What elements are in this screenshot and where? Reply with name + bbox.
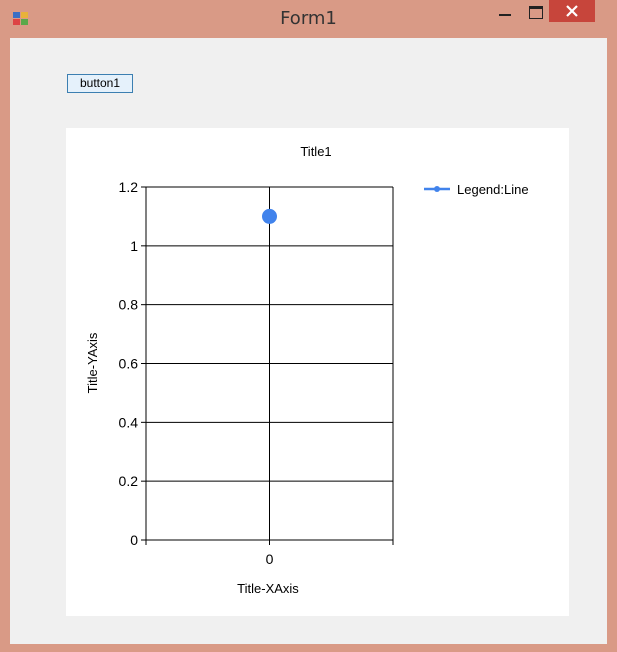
x-axis-title: Title-XAxis <box>237 581 299 596</box>
chart-control: Title1 Title-XAxis Title-YAxis 0 0.2 0.4 0.… <box>66 128 569 616</box>
form-client-area: button1 Title1 Title-XAxis Title-YAxis 0… <box>10 38 607 644</box>
chart-title: Title1 <box>300 144 331 159</box>
y-tick-label: 0.8 <box>119 297 139 313</box>
x-tick-label: 0 <box>266 551 274 567</box>
chart-svg: Title1 Title-XAxis Title-YAxis 0 0.2 0.4 0.… <box>85 144 529 596</box>
legend-point-marker <box>434 186 440 192</box>
legend: Legend:Line <box>424 182 529 197</box>
form-window: Form1 button1 Title1 Title-XAxis Title-Y… <box>0 0 617 652</box>
y-tick-label: 0.4 <box>119 414 139 430</box>
y-tick-label: 1 <box>130 238 138 254</box>
button1[interactable]: button1 <box>67 74 133 93</box>
close-button[interactable] <box>549 0 595 22</box>
maximize-button[interactable] <box>522 0 550 22</box>
legend-label: Legend:Line <box>457 182 529 197</box>
minimize-button[interactable] <box>490 0 520 22</box>
y-tick-label: 0.2 <box>119 473 139 489</box>
title-bar[interactable]: Form1 <box>0 0 617 38</box>
data-point <box>262 208 277 224</box>
y-tick-label: 0.6 <box>119 356 139 372</box>
close-icon <box>566 5 578 17</box>
y-tick-label: 1.2 <box>119 179 139 195</box>
y-tick-label: 0 <box>130 532 138 548</box>
y-axis-title: Title-YAxis <box>85 332 100 393</box>
